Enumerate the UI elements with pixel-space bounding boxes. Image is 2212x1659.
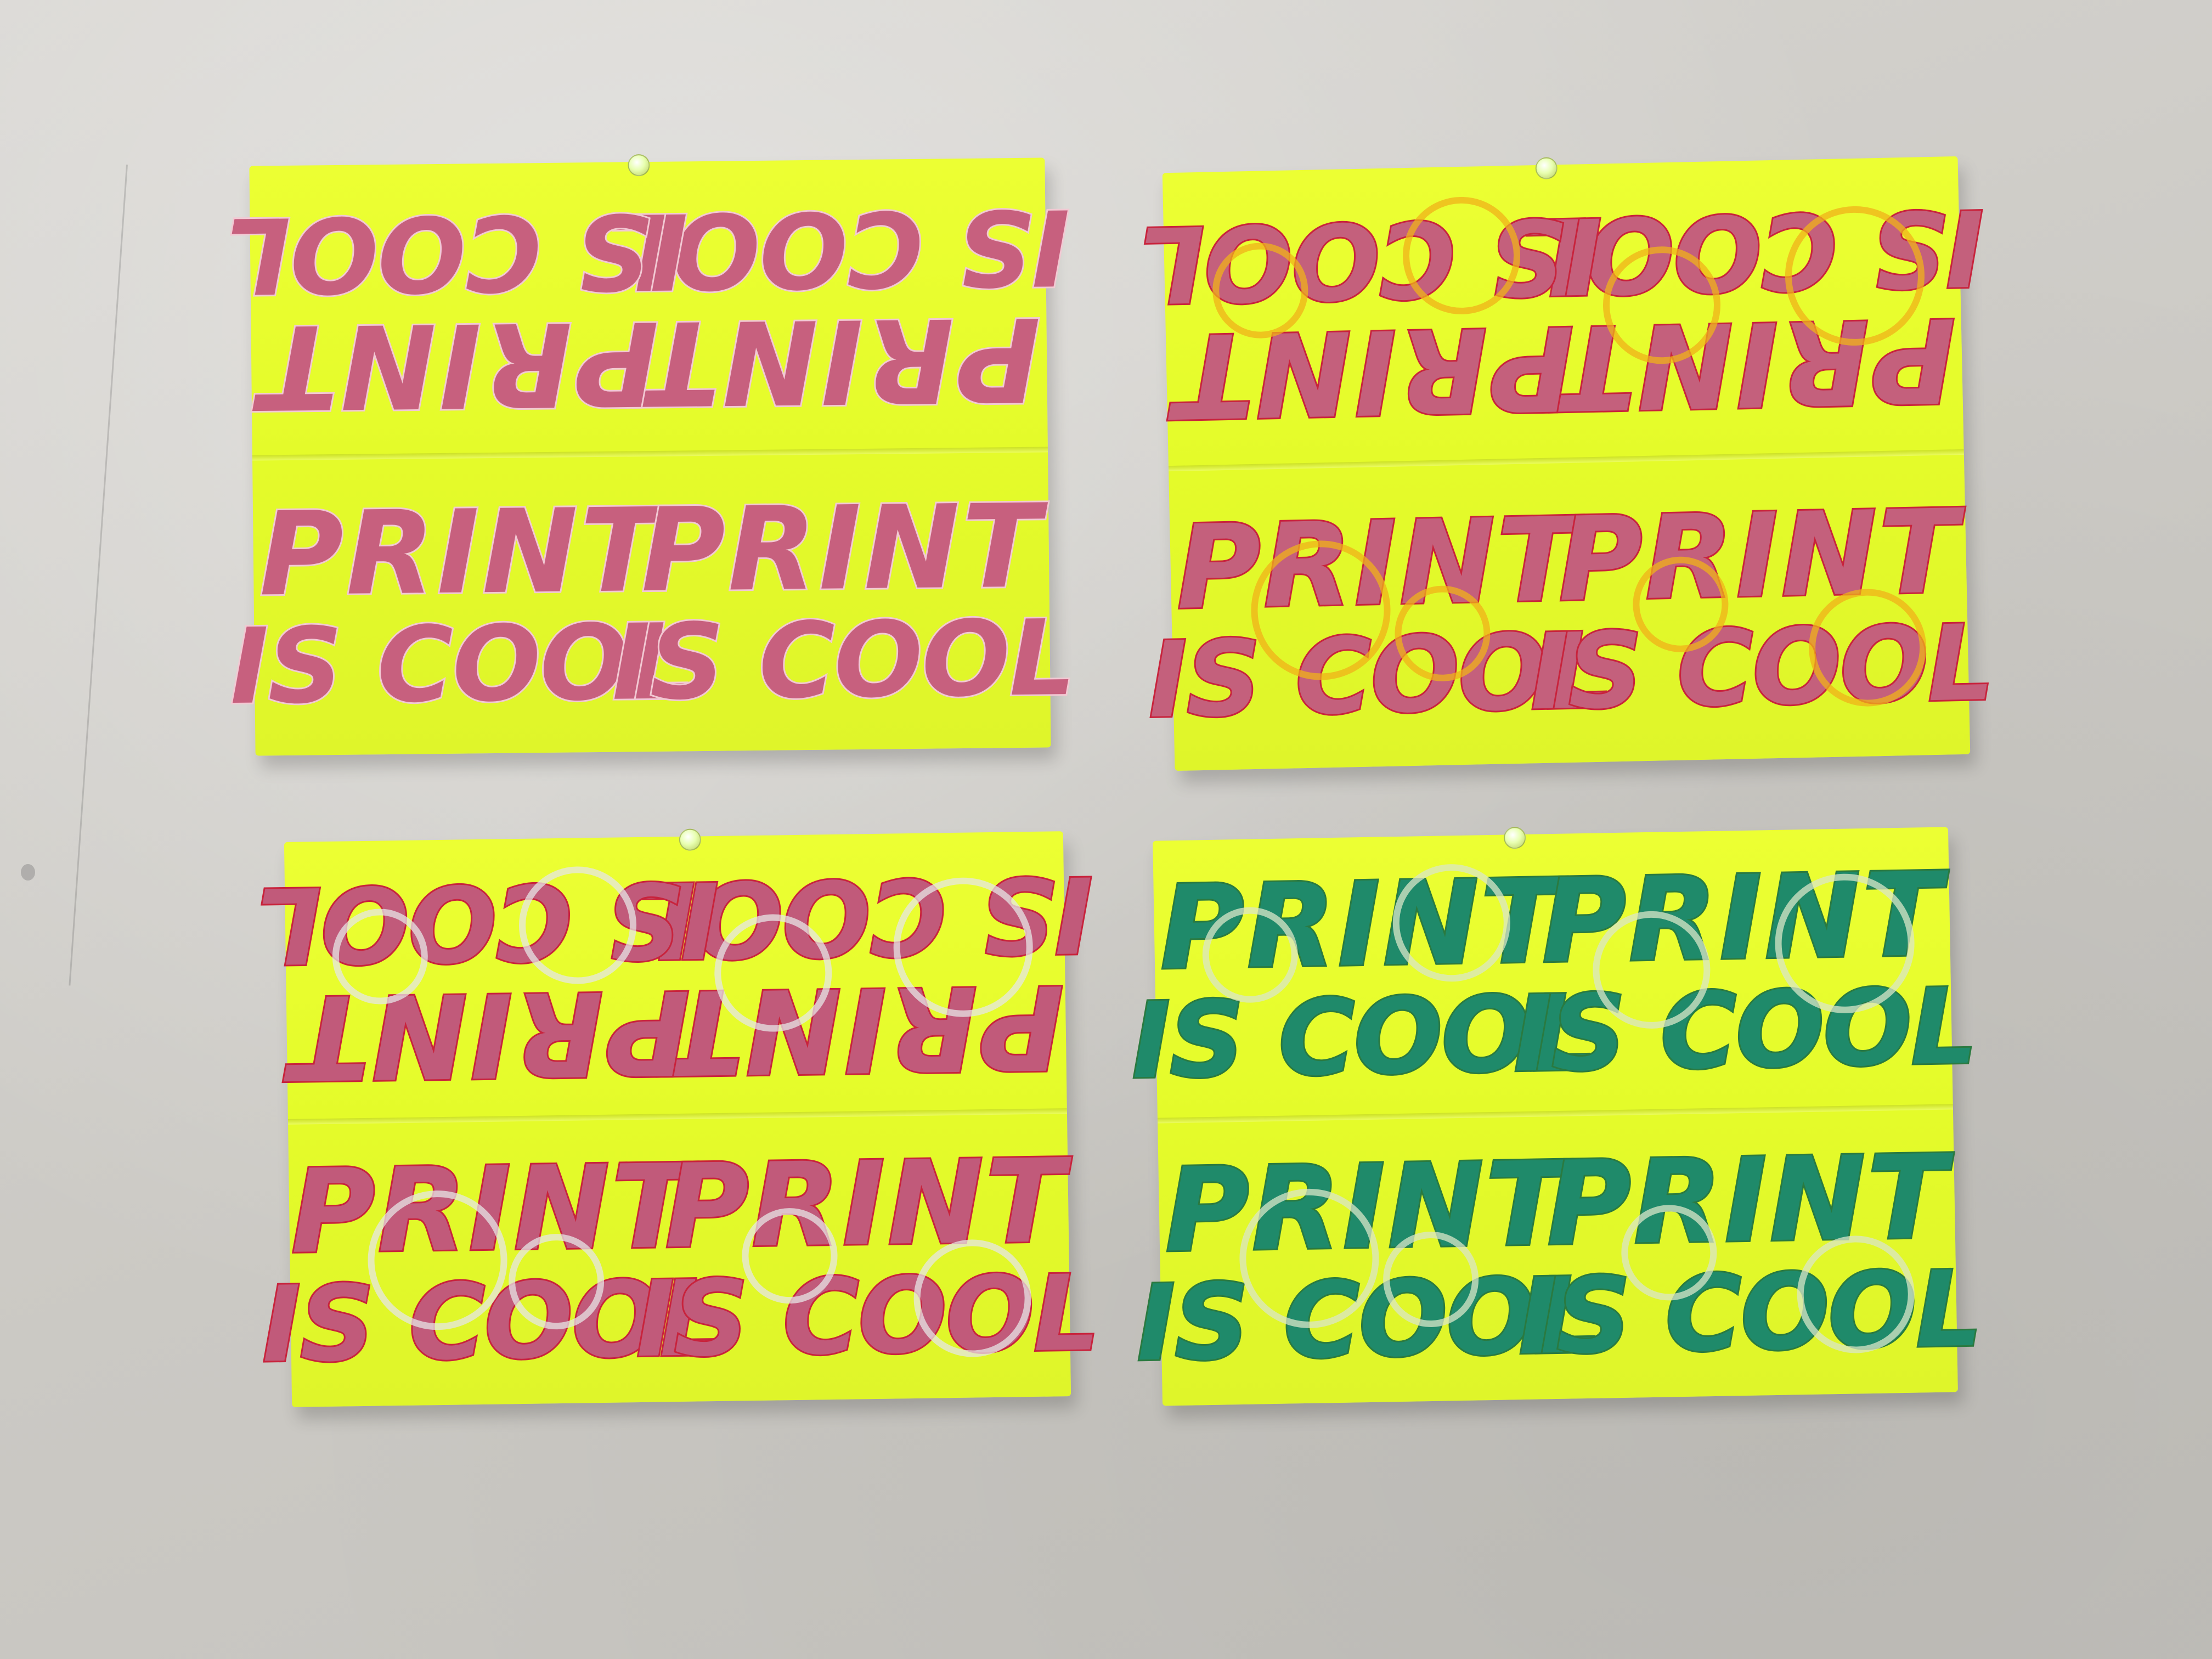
print-is-cool-block: PRINT IS COOL (259, 1138, 727, 1387)
is-cool-text: IS COOL (1516, 1246, 1984, 1379)
print-text: PRINT (1555, 483, 1963, 629)
poster-half-upside-down: PRINT IS COOL PRINT IS COOL (1137, 156, 1987, 472)
poster-bottom-left: PRINT IS COOL PRINT IS COOL PRINT IS COO… (254, 828, 1101, 1407)
is-cool-text: IS COOL (1527, 601, 1996, 735)
print-is-cool-block: PRINT IS COOL (1129, 853, 1597, 1103)
print-is-cool-block: PRINT IS COOL (1137, 189, 1605, 447)
print-text: PRINT (1162, 1135, 1570, 1280)
poster-half-upright: PRINT IS COOL PRINT IS COOL (1146, 455, 1996, 771)
poster-top-left: PRINT IS COOL PRINT IS COOL PRINT IS COO… (223, 154, 1077, 756)
wall-hole (21, 864, 35, 881)
print-is-cool-block: PRINT IS COOL (1519, 181, 1987, 439)
print-is-cool-block: PRINT IS COOL (605, 182, 1073, 433)
print-text: PRINT (1551, 291, 1959, 437)
print-text: PRINT (1539, 846, 1946, 991)
print-is-cool-block: PRINT IS COOL (1516, 1128, 1984, 1379)
print-is-cool-block: PRINT IS COOL (634, 1133, 1101, 1382)
print-text: PRINT (637, 290, 1043, 432)
print-is-cool-block: PRINT IS COOL (228, 481, 695, 732)
print-text: PRINT (662, 1133, 1069, 1276)
is-cool-text: IS COOL (634, 1251, 1101, 1382)
print-text: PRINT (255, 294, 662, 436)
poster-half-upside-down: PRINT IS COOL PRINT IS COOL (254, 831, 1096, 1125)
print-is-cool-block: PRINT IS COOL (254, 856, 721, 1105)
poster-half-upper: PRINT IS COOL PRINT IS COOL (1129, 827, 1979, 1123)
print-text: PRINT (1157, 853, 1565, 997)
is-cool-text: IS COOL (254, 856, 721, 988)
print-is-cool-block: PRINT IS COOL (628, 851, 1096, 1101)
print-text: PRINT (286, 962, 693, 1105)
poster-half-upside-down: PRINT IS COOL PRINT IS COOL (223, 157, 1073, 461)
print-text: PRINT (1544, 1128, 1951, 1273)
poster-half-lower: PRINT IS COOL PRINT IS COOL (1134, 1109, 1984, 1406)
print-text: PRINT (1173, 490, 1582, 636)
poster-top-right: PRINT IS COOL PRINT IS COOL PRINT IS COO… (1137, 156, 1996, 771)
print-is-cool-block: PRINT IS COOL (1146, 488, 1614, 746)
print-text: PRINT (659, 957, 1066, 1101)
print-text: PRINT (257, 482, 663, 624)
print-text: PRINT (288, 1138, 695, 1281)
is-cool-text: IS COOL (223, 188, 691, 318)
is-cool-text: IS COOL (1137, 193, 1605, 327)
print-is-cool-block: PRINT IS COOL (223, 185, 691, 437)
is-cool-text: IS COOL (610, 596, 1077, 725)
poster-bottom-right: PRINT IS COOL PRINT IS COOL PRINT IS COO… (1129, 826, 1984, 1406)
poster-half-upright: PRINT IS COOL PRINT IS COOL (228, 453, 1077, 756)
print-is-cool-block: PRINT IS COOL (1527, 480, 1996, 738)
print-text: PRINT (639, 478, 1045, 620)
is-cool-text: IS COOL (1511, 964, 1979, 1097)
print-is-cool-block: PRINT IS COOL (1134, 1135, 1602, 1386)
print-is-cool-block: PRINT IS COOL (1511, 846, 1979, 1097)
poster-half-upright: PRINT IS COOL PRINT IS COOL (259, 1114, 1101, 1407)
print-is-cool-block: PRINT IS COOL (610, 477, 1077, 728)
print-text: PRINT (1170, 298, 1578, 444)
